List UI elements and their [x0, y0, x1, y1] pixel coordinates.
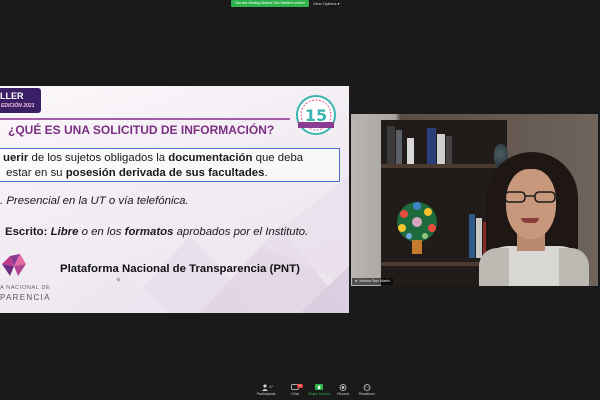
book [396, 130, 402, 164]
book [437, 134, 445, 164]
meeting-toolbar: 47 Participants 99 Chat Share Screen Rec… [0, 382, 600, 400]
participant-name-tag: ● Marina San Martin [352, 278, 394, 285]
title-divider [0, 118, 290, 120]
jacket-right [559, 248, 589, 286]
book [387, 126, 395, 164]
screen-share-banner[interactable]: You are viewing Marina San Martin's scre… [231, 0, 309, 7]
chevron-down-icon[interactable]: ▾ [338, 1, 340, 6]
shared-slide: LLER EDICIÓN 2021 15 ¿QUÉ ES UNA SOLICIT… [0, 86, 349, 313]
anniversary-badge-icon: 15 [296, 95, 336, 135]
workshop-brand-tag: LLER EDICIÓN 2021 [0, 88, 41, 113]
definition-line-2: estar en su posesión derivada de sus fac… [3, 167, 268, 179]
brand-edition: EDICIÓN 2021 [1, 103, 35, 109]
text-segment: Escrito: [5, 226, 51, 238]
text-segment: aprobados por el Instituto. [173, 226, 309, 238]
definition-line-1: uerir de los sujetos obligados la docume… [3, 152, 303, 164]
logo-text-small: A NACIONAL DE [0, 285, 51, 291]
logo-text-large: PARENCIA [0, 293, 51, 302]
person-mouth [521, 218, 539, 223]
reactions-button[interactable]: Reactions [352, 384, 382, 400]
share-screen-icon [315, 384, 323, 390]
participant-name: Marina San Martin [359, 279, 391, 283]
book [446, 136, 452, 164]
jacket-left [479, 248, 509, 286]
book [407, 138, 414, 164]
shelf-board [381, 164, 507, 168]
slide-title: ¿QUÉ ES UNA SOLICITUD DE INFORMACIÓN? [8, 123, 275, 137]
glasses [504, 191, 556, 203]
text-segment: Libre [50, 226, 79, 238]
view-options-label[interactable]: View Options [313, 1, 337, 6]
definition-box: uerir de los sujetos obligados la docume… [0, 148, 340, 182]
participant-video-tile[interactable]: ● Marina San Martin [351, 114, 598, 286]
bullet-presencial-text: . Presencial en la UT o vía telefónica. [0, 195, 189, 207]
reactions-icon [363, 384, 371, 391]
book [469, 214, 475, 258]
text-segment: o en los [78, 226, 125, 238]
mouse-cursor-icon [116, 277, 121, 282]
text-segment: posesión derivada de sus facultades [65, 167, 265, 179]
meeting-window: You are viewing Marina San Martin's scre… [0, 0, 600, 400]
participants-button[interactable]: 47 Participants [251, 384, 281, 400]
chat-unread-badge: 99 [297, 384, 303, 388]
participants-label: Participants [256, 392, 276, 396]
text-segment: uerir [3, 152, 29, 164]
person-face [506, 169, 556, 239]
brand-title: LLER [0, 91, 24, 101]
text-segment: estar en su [3, 167, 66, 179]
pnt-heading: Plataforma Nacional de Transparencia (PN… [60, 263, 300, 275]
view-options-menu[interactable]: View Options ▾ [313, 0, 340, 7]
record-icon [339, 384, 347, 391]
book [427, 128, 436, 164]
text-segment: de los sujetos obligados la [28, 152, 169, 164]
text-segment: que deba [252, 152, 304, 164]
text-segment: documentación [168, 152, 253, 164]
text-segment: . [264, 167, 268, 179]
reactions-label: Reactions [359, 392, 375, 396]
inai-logo-icon [2, 254, 26, 276]
book [476, 218, 482, 258]
microphone-icon: ● [355, 279, 358, 283]
tree-of-life-figure [397, 202, 437, 254]
bullet-escrito: Escrito: Libre o en los formatos aprobad… [5, 226, 308, 238]
text-segment: formatos [124, 226, 174, 238]
participants-count: 47 [269, 385, 273, 389]
bullet-presencial: . Presencial en la UT o vía telefónica. [0, 195, 189, 207]
books-row [387, 122, 487, 164]
